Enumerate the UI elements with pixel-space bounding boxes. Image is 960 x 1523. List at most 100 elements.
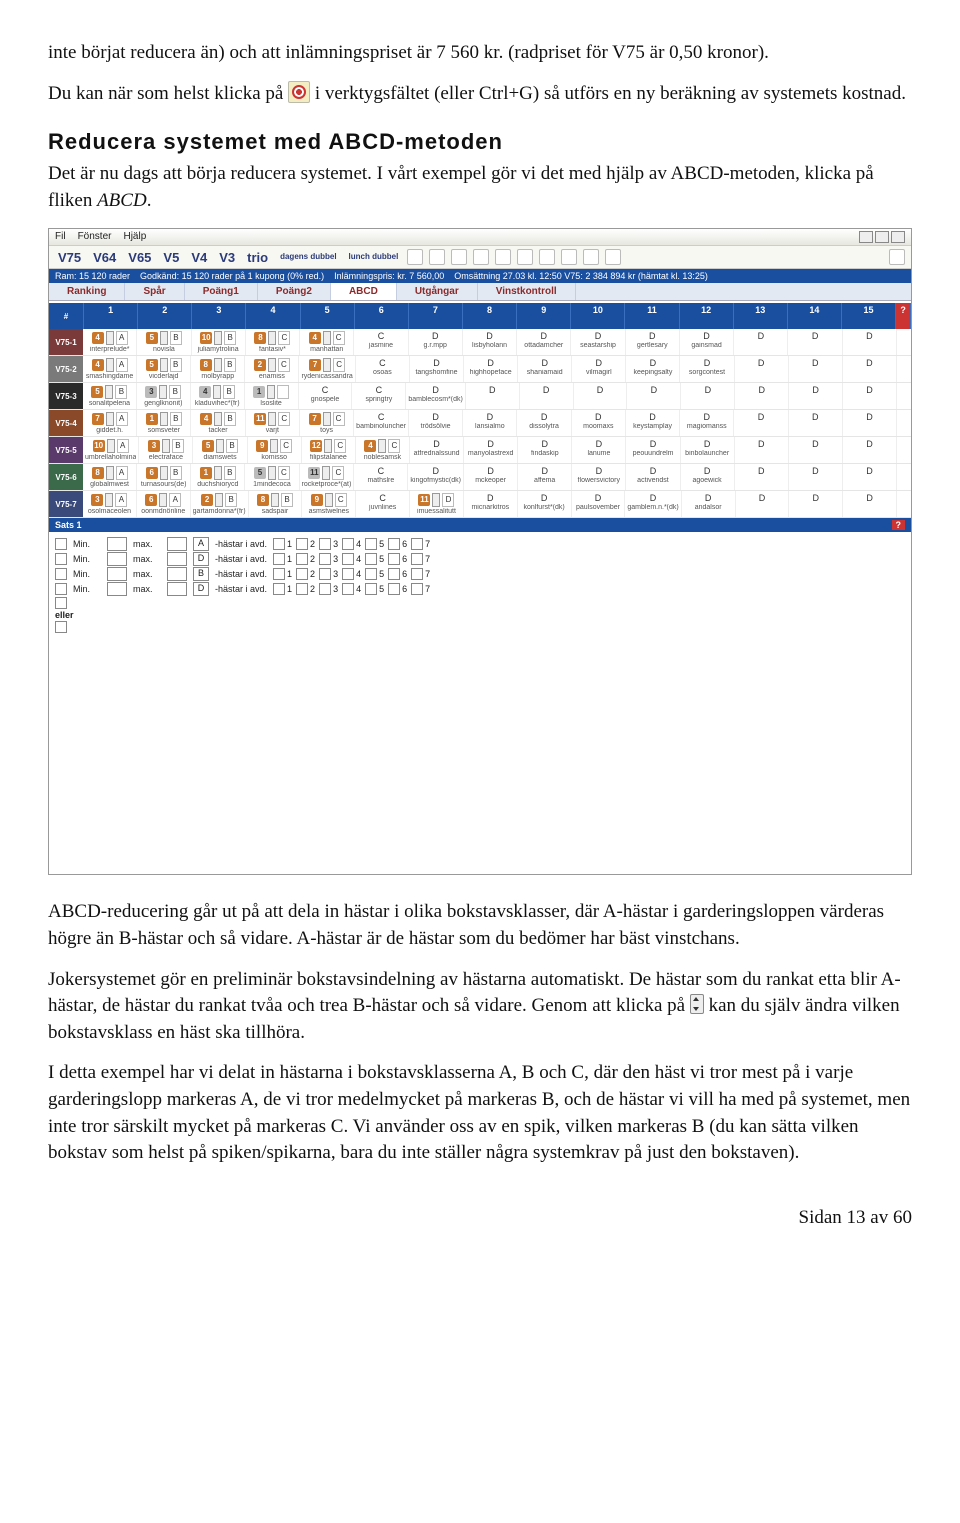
grid-cell[interactable]: 3Belectraface — [139, 437, 193, 463]
sats-max-input[interactable] — [167, 552, 187, 566]
game-tab[interactable]: lunch dubbel — [346, 253, 402, 261]
grid-cell[interactable]: Dpeouundrelm — [626, 437, 680, 463]
sats-avd-checkbox[interactable] — [296, 538, 308, 550]
grid-cell[interactable]: D — [843, 491, 897, 517]
tab-ranking[interactable]: Ranking — [49, 283, 125, 300]
grid-cell[interactable]: Dkeystamplay — [626, 410, 680, 436]
settings-icon[interactable] — [583, 249, 599, 265]
grid-header-help[interactable]: ? — [896, 303, 911, 329]
grid-cell[interactable]: D — [843, 410, 897, 436]
grid-cell[interactable]: 11Cvarjt — [246, 410, 300, 436]
grid-cell[interactable]: Dshaniamaid — [518, 356, 572, 382]
horse-chip[interactable]: 11D — [416, 493, 456, 507]
letter-stepper-icon[interactable] — [325, 493, 333, 507]
sats-avd-checkbox[interactable] — [296, 568, 308, 580]
sats-avd-checkbox[interactable] — [342, 538, 354, 550]
grid-cell[interactable]: D — [843, 437, 897, 463]
grid-cell[interactable]: 8Cfantasiv* — [246, 329, 300, 355]
tab-vinstkontroll[interactable]: Vinstkontroll — [478, 283, 576, 300]
grid-cell[interactable]: Dtrödsölvie — [409, 410, 463, 436]
grid-cell[interactable]: 1Bduchshiorycd — [191, 464, 245, 490]
letter-stepper-icon[interactable] — [214, 358, 222, 372]
horse-chip[interactable]: 4A — [90, 331, 130, 345]
grid-cell[interactable]: D — [788, 329, 842, 355]
grid-cell[interactable]: D — [843, 356, 897, 382]
horse-chip[interactable]: 12C — [308, 439, 348, 453]
letter-stepper-icon[interactable] — [106, 466, 114, 480]
grid-cell[interactable]: 8Bmolbyrapp — [191, 356, 245, 382]
print-icon[interactable] — [561, 249, 577, 265]
horse-chip[interactable]: 1 — [251, 385, 291, 399]
grid-cell[interactable]: Daffema — [518, 464, 572, 490]
sats-avd-checkbox[interactable] — [365, 538, 377, 550]
grid-cell[interactable]: 3Bgenglknonit) — [137, 383, 191, 409]
grid-cell[interactable]: 8Aglobalmwest — [83, 464, 137, 490]
grid-cell[interactable]: 9Ckomisso — [248, 437, 302, 463]
sats-max-input[interactable] — [167, 582, 187, 596]
horse-chip[interactable]: 8B — [255, 493, 295, 507]
letter-stepper-icon[interactable] — [159, 385, 167, 399]
sats-checkbox[interactable] — [55, 583, 67, 595]
sats-avd-checkbox[interactable] — [388, 583, 400, 595]
grid-cell[interactable]: 5Bnovisla — [137, 329, 191, 355]
grid-cell[interactable]: Cosoas — [356, 356, 410, 382]
grid-cell[interactable]: 4Btacker — [191, 410, 245, 436]
sats-avd-checkbox[interactable] — [342, 583, 354, 595]
grid-cell[interactable]: Dkonlfurst*(dk) — [518, 491, 572, 517]
letter-stepper-icon[interactable] — [159, 493, 167, 507]
maximize-icon[interactable] — [875, 231, 889, 243]
horse-chip[interactable]: 10B — [198, 331, 238, 345]
grid-cell[interactable]: 4Cmanhattan — [300, 329, 354, 355]
sats-avd-checkbox[interactable] — [319, 583, 331, 595]
grid-cell[interactable]: Dactivendst — [626, 464, 680, 490]
letter-stepper-icon[interactable] — [268, 358, 276, 372]
grid-cell[interactable]: Dlansialmo — [463, 410, 517, 436]
grid-cell[interactable]: Cmathslre — [354, 464, 408, 490]
sats-avd-checkbox[interactable] — [319, 568, 331, 580]
tab-poang2[interactable]: Poäng2 — [258, 283, 331, 300]
horse-chip[interactable]: 7A — [90, 412, 130, 426]
sats-avd-checkbox[interactable] — [273, 568, 285, 580]
horse-chip[interactable]: 3B — [146, 439, 186, 453]
letter-stepper-icon[interactable] — [267, 385, 275, 399]
letter-stepper-icon[interactable] — [271, 493, 279, 507]
horse-chip[interactable]: 11C — [252, 412, 292, 426]
grid-cell[interactable]: Cgnospele — [299, 383, 353, 409]
grid-cell[interactable]: Cjuvnlines — [356, 491, 410, 517]
horse-chip[interactable]: 4C — [362, 439, 402, 453]
sats-avd-checkbox[interactable] — [273, 538, 285, 550]
grid-cell[interactable]: D — [789, 383, 843, 409]
grid-cell[interactable]: 12Cfilipstalanee — [302, 437, 356, 463]
grid-cell[interactable]: Dagoewick — [681, 464, 735, 490]
grid-cell[interactable]: D — [789, 437, 843, 463]
grid-cell[interactable]: 6Aoonmdnönline — [137, 491, 191, 517]
sats-checkbox[interactable] — [55, 568, 67, 580]
grid-cell[interactable]: Dmicnarkitros — [464, 491, 518, 517]
grid-cell[interactable]: Dgamblem.n.*(dk) — [625, 491, 681, 517]
grid-cell[interactable]: D — [574, 383, 628, 409]
sats-checkbox[interactable] — [55, 553, 67, 565]
sats-min-input[interactable] — [107, 537, 127, 551]
grid-cell[interactable]: D — [735, 356, 789, 382]
letter-stepper-icon[interactable] — [270, 439, 278, 453]
grid-cell[interactable]: Dlisbyholann — [463, 329, 517, 355]
grid-cell[interactable]: 11Crocketproce*(at) — [300, 464, 355, 490]
horse-chip[interactable]: 5C — [252, 466, 292, 480]
sats-avd-checkbox[interactable] — [342, 553, 354, 565]
sats-min-input[interactable] — [107, 582, 127, 596]
letter-stepper-icon[interactable] — [160, 466, 168, 480]
letter-stepper-icon[interactable] — [214, 466, 222, 480]
letter-stepper-icon[interactable] — [268, 412, 276, 426]
horse-chip[interactable]: 8C — [252, 331, 292, 345]
grid-cell[interactable]: Dandalsor — [682, 491, 736, 517]
grid-cell[interactable]: D — [735, 437, 789, 463]
grid-cell[interactable]: Dlanume — [572, 437, 626, 463]
grid-cell[interactable]: 3Aosolmaceolen — [83, 491, 137, 517]
game-tab[interactable]: V5 — [160, 250, 182, 265]
grid-cell[interactable]: 1 lsoslite — [245, 383, 299, 409]
letter-stepper-icon[interactable] — [214, 412, 222, 426]
grid-cell[interactable]: Cbambinoluncher — [354, 410, 409, 436]
sats-avd-checkbox[interactable] — [388, 553, 400, 565]
game-tab[interactable]: V4 — [188, 250, 210, 265]
horse-chip[interactable]: 10A — [91, 439, 131, 453]
